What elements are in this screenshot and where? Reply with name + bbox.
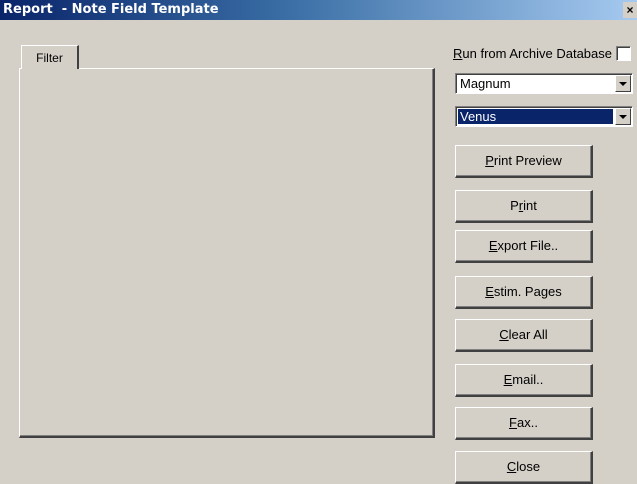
server-dropdown-button[interactable] bbox=[615, 75, 631, 92]
chevron-down-icon bbox=[619, 114, 627, 119]
archive-option[interactable]: Run from Archive Database bbox=[453, 44, 631, 62]
estim-pages-button[interactable]: Estim. Pages bbox=[455, 276, 593, 309]
tab-filter[interactable]: Filter bbox=[21, 45, 79, 69]
database-dropdown-button[interactable] bbox=[615, 108, 631, 125]
title-bar: Report - Note Field Template × bbox=[0, 0, 637, 20]
export-file-button[interactable]: Export File.. bbox=[455, 230, 593, 263]
window-title: Report - Note Field Template bbox=[3, 2, 219, 17]
print-button[interactable]: Print bbox=[455, 190, 593, 223]
database-select-value: Venus bbox=[458, 109, 613, 124]
chevron-down-icon bbox=[619, 81, 627, 86]
database-select[interactable]: Venus bbox=[455, 106, 633, 127]
filter-panel bbox=[19, 68, 435, 438]
server-select[interactable]: Magnum bbox=[455, 73, 633, 94]
close-button[interactable]: Close bbox=[455, 451, 593, 484]
print-preview-button[interactable]: Print Preview bbox=[455, 145, 593, 178]
clear-all-button[interactable]: Clear All bbox=[455, 319, 593, 352]
archive-checkbox[interactable] bbox=[616, 45, 631, 61]
server-select-value: Magnum bbox=[460, 76, 511, 91]
close-window-button[interactable]: × bbox=[623, 2, 637, 18]
fax-button[interactable]: Fax.. bbox=[455, 407, 593, 440]
email-button[interactable]: Email.. bbox=[455, 364, 593, 397]
archive-label: Run from Archive Database bbox=[453, 45, 612, 61]
